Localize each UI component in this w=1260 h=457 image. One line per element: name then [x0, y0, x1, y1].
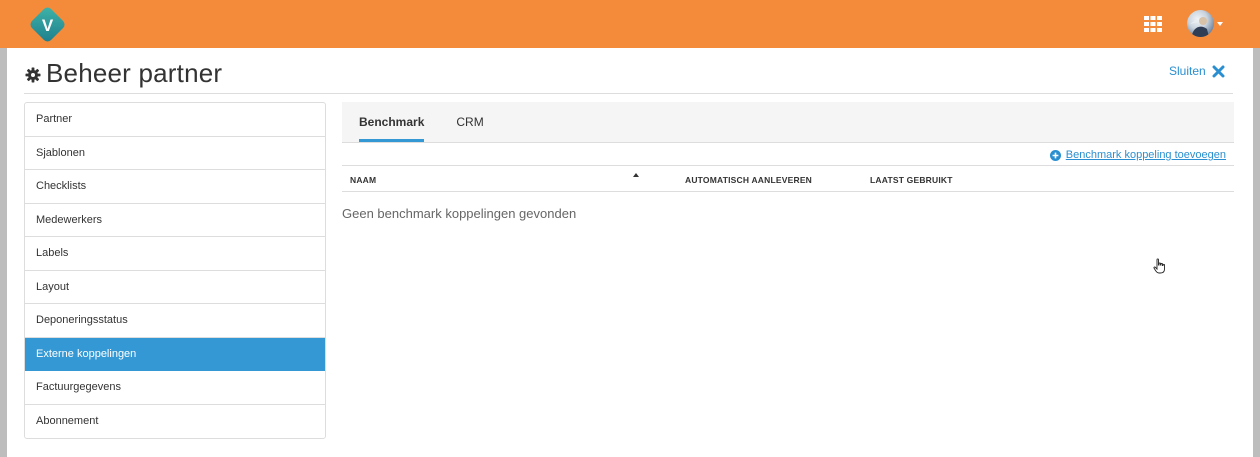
empty-state-message: Geen benchmark koppelingen gevonden [342, 206, 577, 221]
sidebar-item-checklists[interactable]: Checklists [25, 170, 325, 204]
sidebar-item-label: Checklists [36, 180, 87, 193]
top-navbar: V [0, 0, 1260, 48]
sidebar-item-factuurgegevens[interactable]: Factuurgegevens [25, 371, 325, 405]
close-label: Sluiten [1169, 64, 1206, 78]
column-header-laatst-gebruikt[interactable]: LAATST GEBRUIKT [870, 175, 953, 185]
sort-ascending-icon[interactable] [633, 173, 639, 177]
title-divider [24, 93, 1233, 94]
page-title: Beheer partner [46, 57, 223, 88]
sidebar-item-partner[interactable]: Partner [25, 103, 325, 137]
sidebar-item-label: Sjablonen [36, 146, 85, 159]
user-menu[interactable] [1187, 10, 1223, 38]
apps-grid-icon[interactable] [1144, 15, 1162, 33]
table-header: NAAM AUTOMATISCH AANLEVEREN LAATST GEBRU… [342, 165, 1234, 192]
tab-benchmark[interactable]: Benchmark [359, 102, 425, 142]
hand-pointer-cursor-icon [1153, 258, 1165, 274]
svg-text:V: V [42, 16, 54, 35]
close-button[interactable]: Sluiten [1169, 63, 1225, 79]
avatar [1187, 10, 1214, 37]
gear-icon [25, 67, 41, 82]
tab-crm[interactable]: CRM [456, 102, 483, 142]
settings-sidebar: Partner Sjablonen Checklists Medewerkers… [24, 102, 326, 439]
sidebar-item-label: Medewerkers [36, 213, 103, 226]
sidebar-item-externe-koppelingen[interactable]: Externe koppelingen [25, 337, 325, 371]
add-benchmark-label: Benchmark koppeling toevoegen [1065, 149, 1226, 161]
close-icon [1212, 65, 1225, 77]
sidebar-item-label: Layout [36, 280, 70, 293]
sidebar-item-label: Labels [36, 247, 69, 260]
sidebar-item-layout[interactable]: Layout [25, 271, 325, 304]
main-content: Benchmark CRM Benchmark koppeling toevoe… [342, 102, 1234, 274]
sidebar-item-abonnement[interactable]: Abonnement [25, 405, 325, 439]
page-header: Beheer partner [25, 57, 222, 89]
sidebar-item-label: Partner [36, 113, 73, 126]
sidebar-item-labels[interactable]: Labels [25, 237, 325, 271]
sidebar-item-label: Abonnement [36, 415, 99, 428]
column-header-naam[interactable]: NAAM [350, 175, 376, 185]
chevron-down-icon [1217, 22, 1223, 26]
sidebar-item-sjablonen[interactable]: Sjablonen [25, 137, 325, 170]
sidebar-item-label: Externe koppelingen [36, 347, 137, 360]
add-benchmark-link[interactable]: Benchmark koppeling toevoegen [1049, 149, 1226, 161]
sidebar-item-label: Deponeringsstatus [36, 314, 128, 327]
tab-bar: Benchmark CRM [342, 102, 1234, 143]
sidebar-item-medewerkers[interactable]: Medewerkers [25, 204, 325, 237]
plus-circle-icon [1049, 149, 1061, 161]
app-logo[interactable]: V [25, 2, 70, 47]
column-header-automatisch-aanleveren[interactable]: AUTOMATISCH AANLEVEREN [685, 175, 812, 185]
logo-icon: V [30, 7, 65, 42]
sidebar-item-deponeringsstatus[interactable]: Deponeringsstatus [25, 304, 325, 338]
sidebar-item-label: Factuurgegevens [36, 381, 121, 394]
toolbar: Benchmark koppeling toevoegen [342, 143, 1234, 165]
